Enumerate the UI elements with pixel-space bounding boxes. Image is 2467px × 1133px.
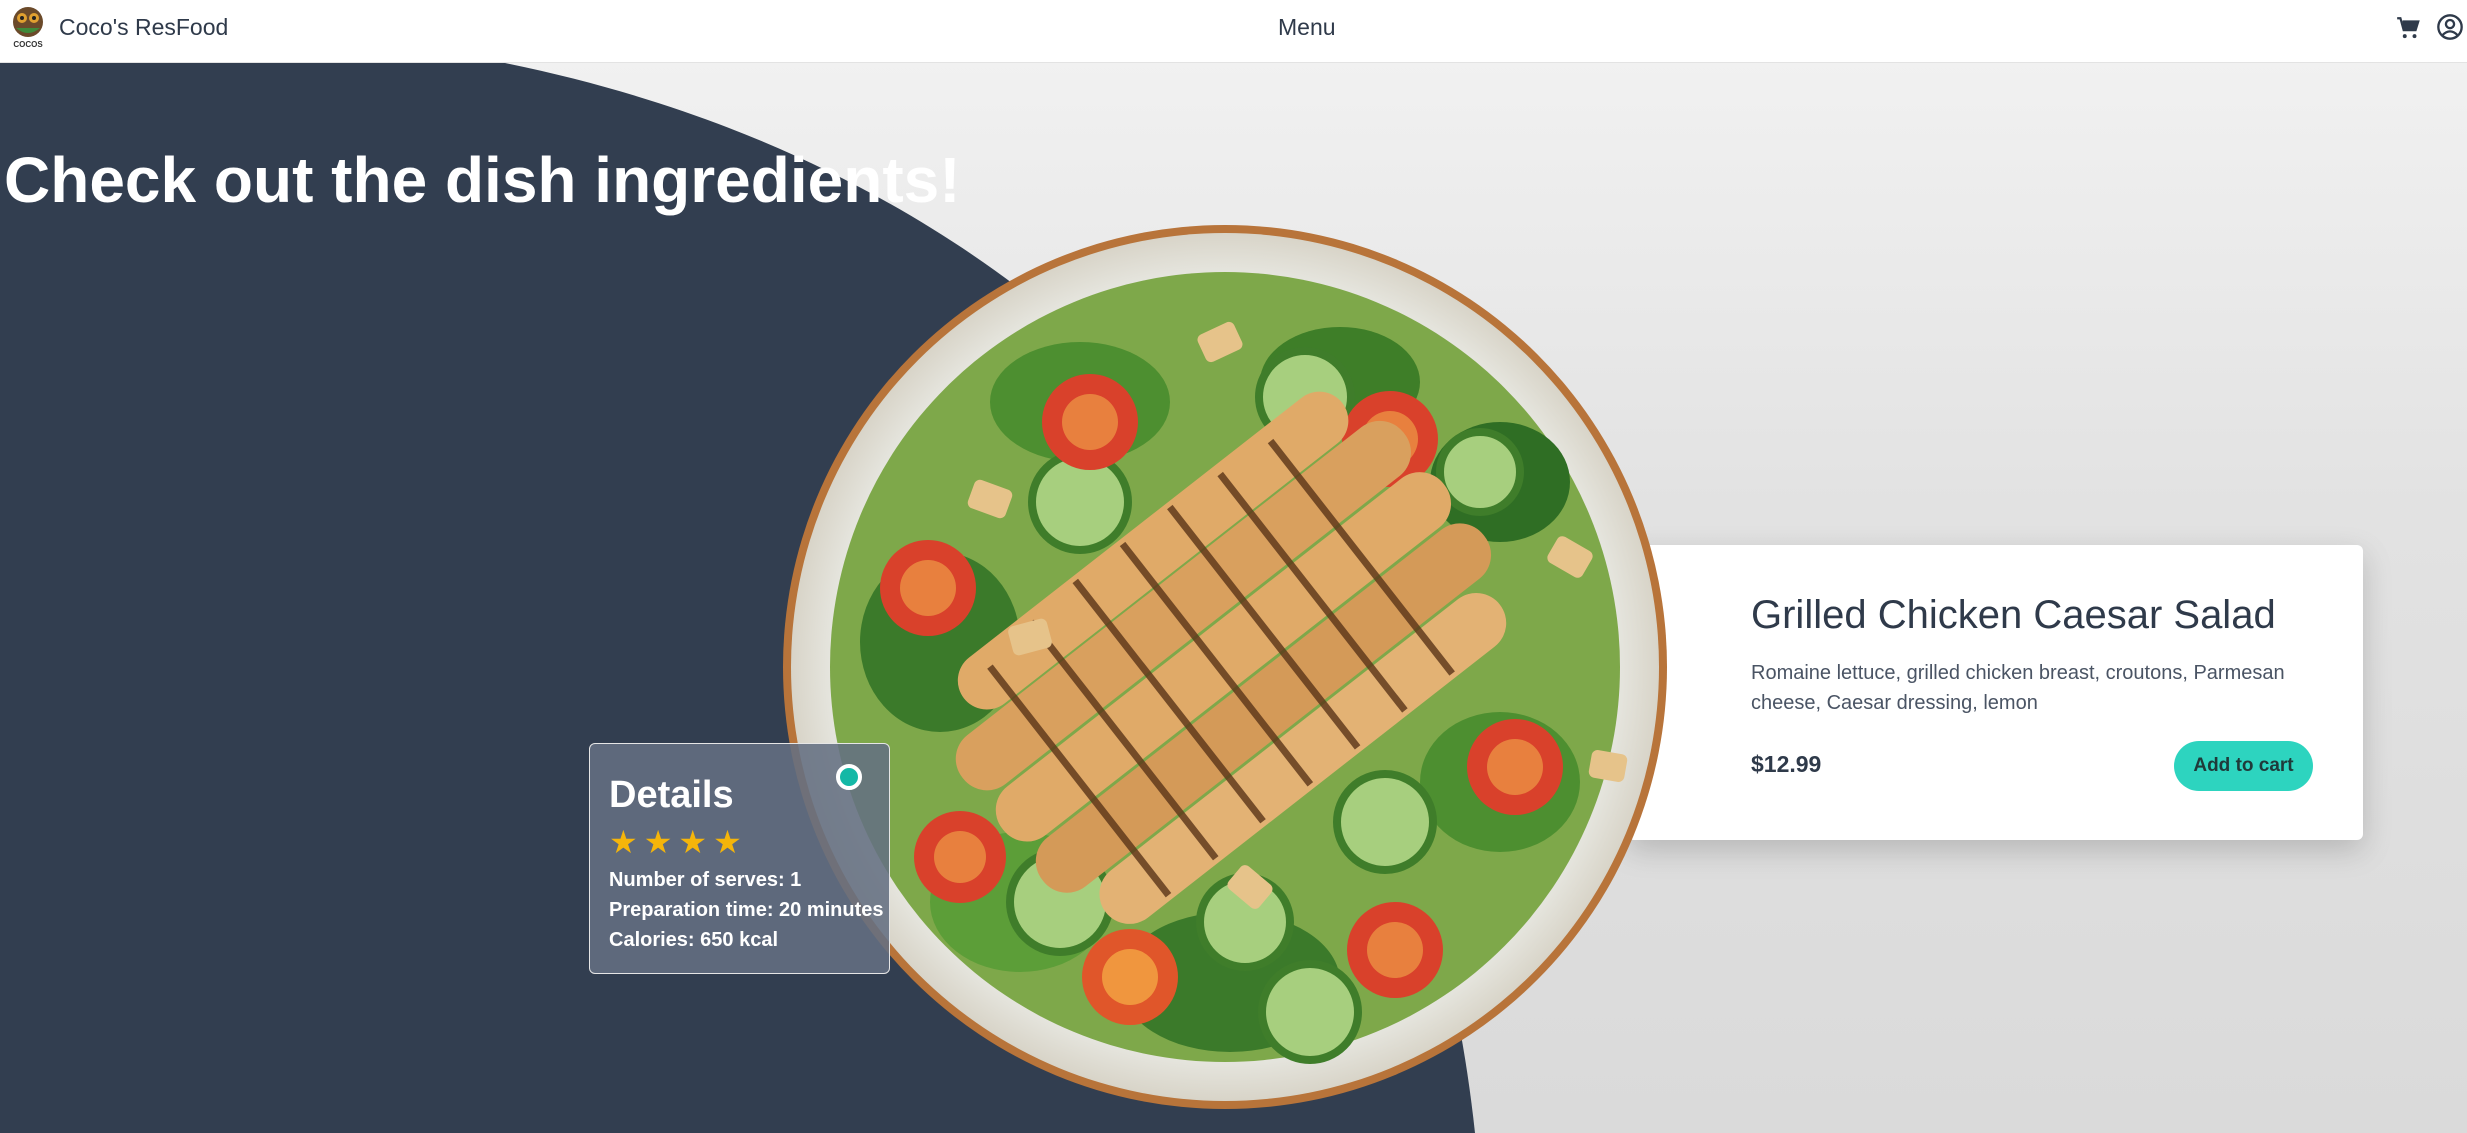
menu-link[interactable]: Menu [1278,14,1336,41]
dish-name: Grilled Chicken Caesar Salad [1751,593,2276,637]
star-icon: ★ [609,824,644,860]
add-to-cart-button[interactable]: Add to cart [2174,741,2313,791]
calories-text: Calories: 650 kcal [609,929,778,951]
details-toggle[interactable] [836,764,862,790]
star-icon: ★ [643,824,679,860]
hero-title: Check out the dish ingredients! [4,144,961,216]
brand-name[interactable]: Coco's ResFood [59,14,228,41]
dish-card: Grilled Chicken Caesar Salad Romaine let… [1628,545,2363,840]
rating-stars: ★★★★ [609,823,748,861]
user-circle-icon[interactable] [2436,13,2464,41]
restaurant-logo[interactable]: COCOS [6,4,50,50]
cart-icon[interactable] [2395,15,2421,41]
dish-price: $12.99 [1751,751,1822,777]
top-nav-bar: COCOS Coco's ResFood Menu [0,0,2467,63]
details-panel: Details ★★★★ Number of serves: 1 Prepara… [589,743,890,974]
star-icon: ★ [678,824,714,860]
svg-text:COCOS: COCOS [13,40,43,49]
dish-description: Romaine lettuce, grilled chicken breast,… [1751,662,2285,714]
details-title: Details [609,774,734,816]
dish-image [783,225,1667,1109]
serves-text: Number of serves: 1 [609,869,802,891]
prep-time-text: Preparation time: 20 minutes [609,899,884,921]
star-icon: ★ [713,824,748,860]
